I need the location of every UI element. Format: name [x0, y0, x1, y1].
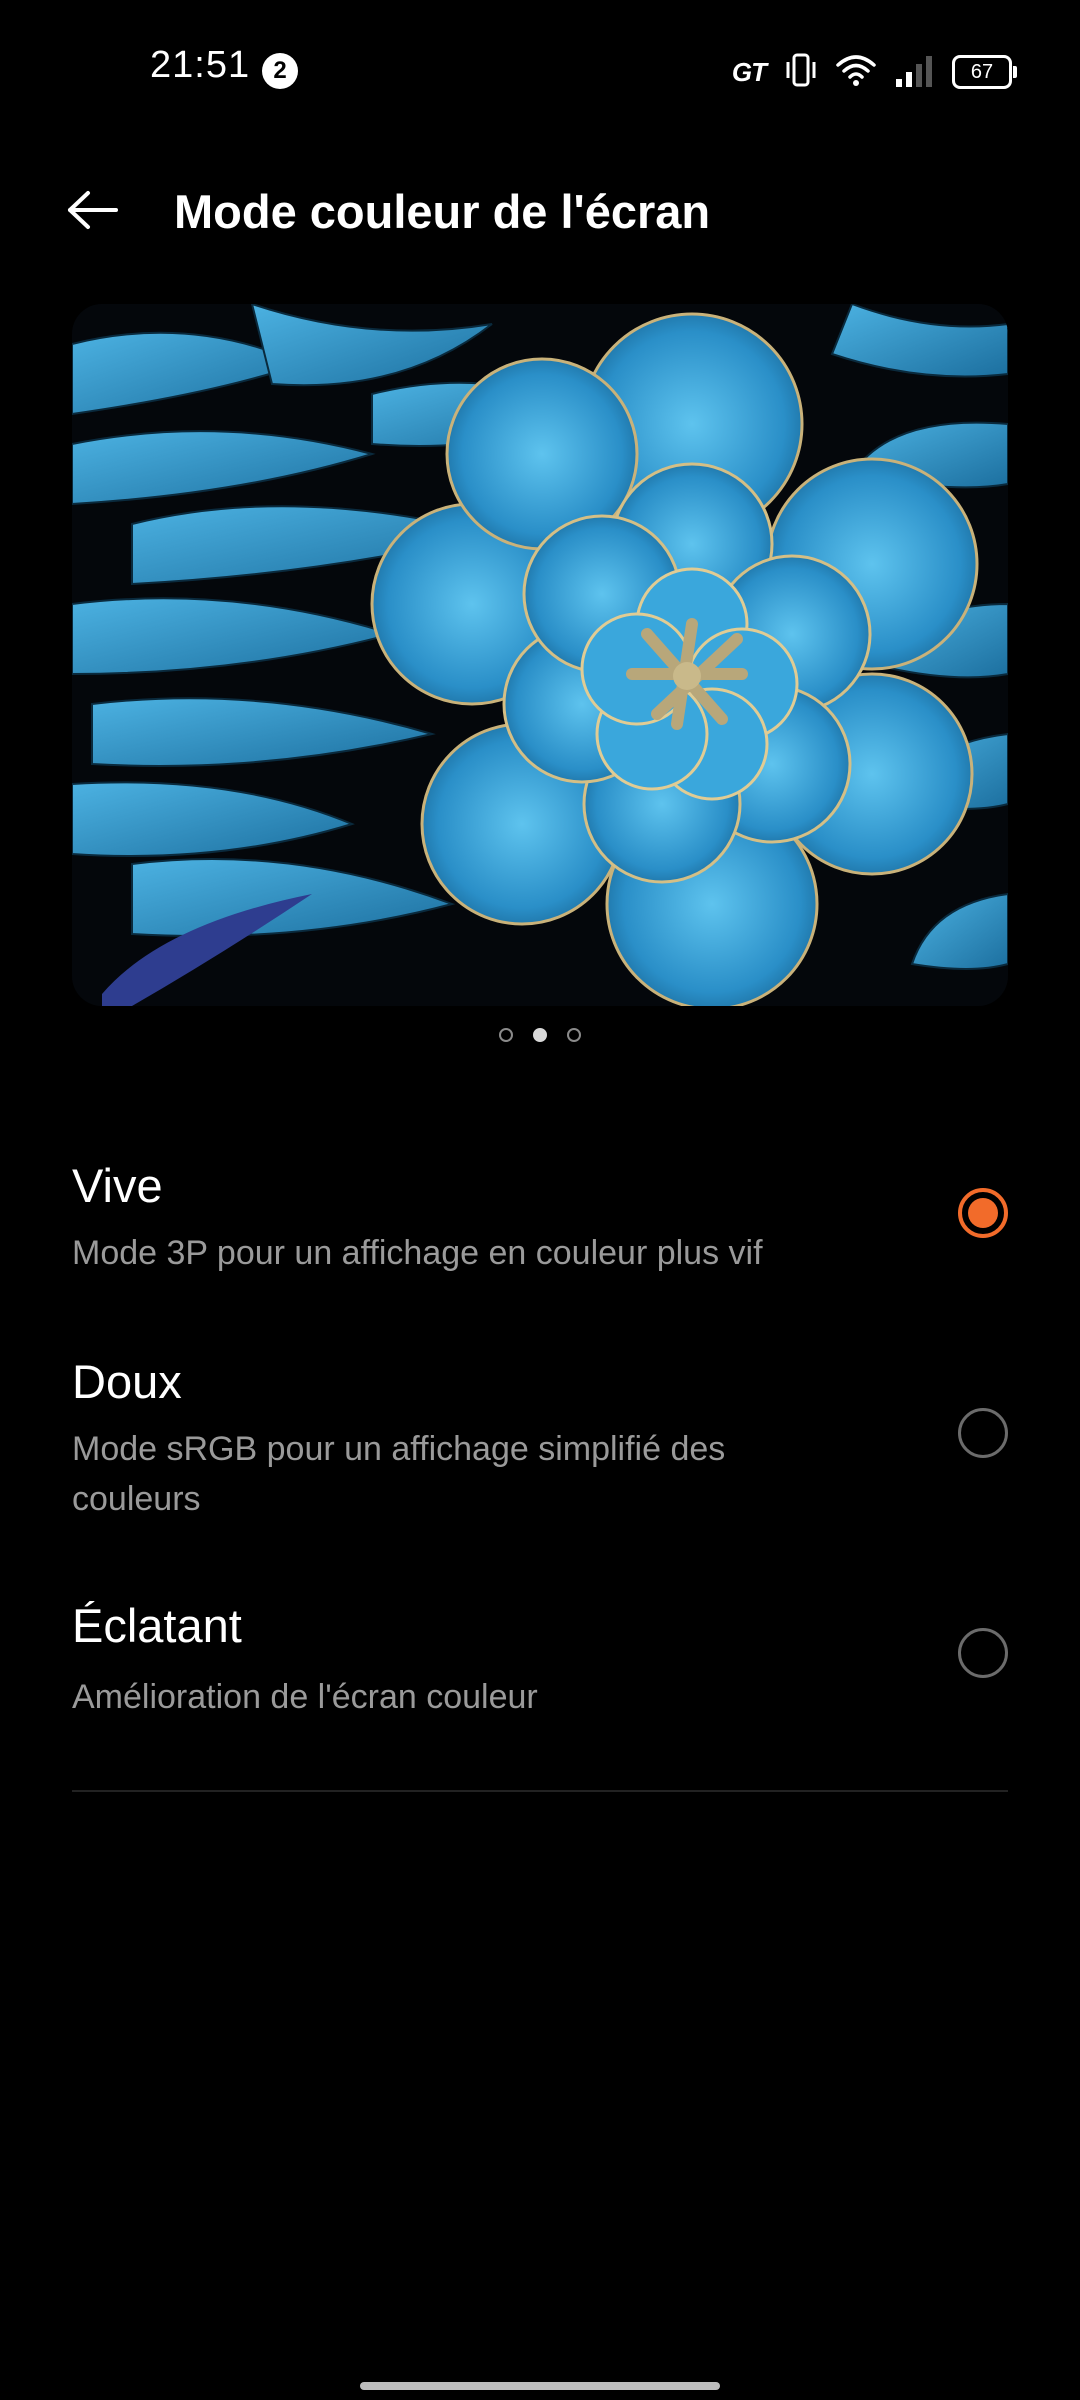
status-icons: GT 67 [731, 50, 1017, 94]
battery-icon: 67 [952, 55, 1017, 89]
option-vive-description: Mode 3P pour un affichage en couleur plu… [72, 1234, 763, 1272]
option-doux[interactable]: Doux Mode sRGB pour un affichage simplif… [0, 1346, 1080, 1526]
status-time: 21:51 [150, 44, 251, 86]
notification-count-badge: 2 [262, 53, 298, 89]
wifi-icon [836, 53, 876, 92]
back-button[interactable] [54, 180, 130, 244]
vibrate-icon [784, 52, 818, 93]
status-bar: 21:51 2 GT 67 [0, 0, 1080, 140]
page-title: Mode couleur de l'écran [174, 185, 711, 238]
option-eclatant-description: Amélioration de l'écran couleur [72, 1678, 538, 1716]
option-vive-title: Vive [72, 1159, 163, 1212]
section-divider [72, 1790, 1008, 1792]
option-eclatant-radio[interactable] [958, 1628, 1008, 1678]
blue-feather-flower-image [72, 304, 1008, 1006]
gt-mode-icon: GT [731, 56, 767, 87]
pager-dot-3[interactable] [567, 1028, 581, 1042]
pager-dot-2-active[interactable] [533, 1028, 547, 1042]
back-arrow-icon [66, 190, 118, 235]
signal-icon [894, 53, 934, 92]
option-vive-radio[interactable] [958, 1188, 1008, 1238]
color-mode-preview-image[interactable] [72, 304, 1008, 1006]
preview-pager [0, 1028, 1080, 1042]
option-doux-description: Mode sRGB pour un affichage simplifié de… [72, 1430, 726, 1518]
app-header: Mode couleur de l'écran [0, 160, 1080, 264]
option-eclatant-title: Éclatant [72, 1599, 242, 1652]
pager-dot-1[interactable] [499, 1028, 513, 1042]
option-doux-radio[interactable] [958, 1408, 1008, 1458]
option-vive[interactable]: Vive Mode 3P pour un affichage en couleu… [0, 1150, 1080, 1280]
home-indicator[interactable] [360, 2382, 720, 2390]
option-doux-title: Doux [72, 1355, 182, 1408]
option-eclatant[interactable]: Éclatant Amélioration de l'écran couleur [0, 1590, 1080, 1720]
